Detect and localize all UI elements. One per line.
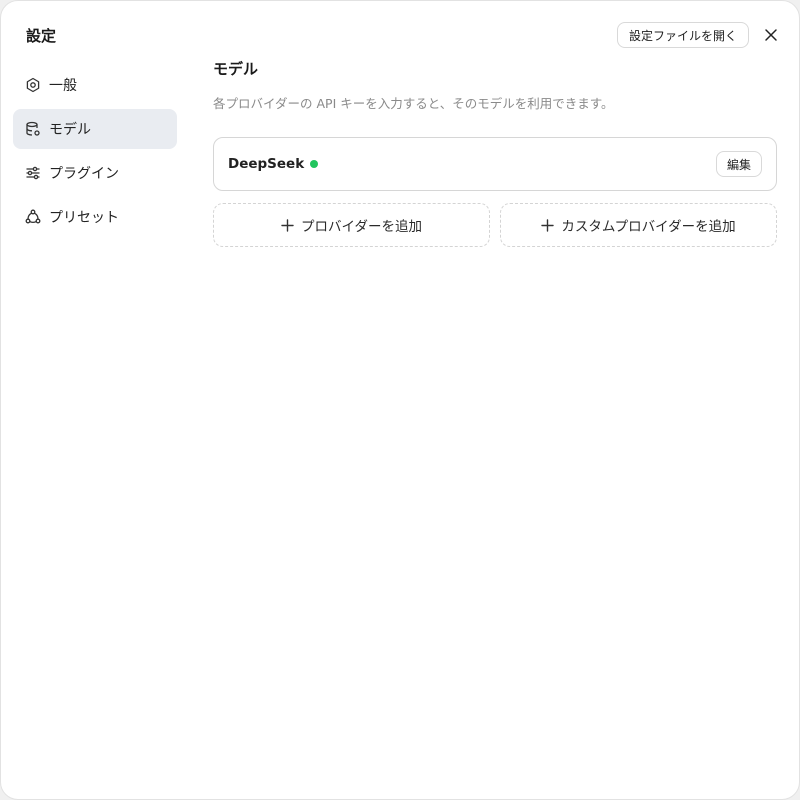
- main-content: 設定ファイルを開く モデル 各プロバイダーの API キーを入力すると、そのモデ…: [213, 1, 777, 799]
- plus-icon: [541, 218, 555, 232]
- sidebar-item-label: モデル: [49, 122, 91, 138]
- section-title: モデル: [213, 60, 259, 78]
- open-settings-file-button[interactable]: 設定ファイルを開く: [616, 22, 749, 48]
- sidebar-item-label: 一般: [49, 78, 77, 94]
- edit-provider-button[interactable]: 編集: [715, 151, 762, 177]
- sidebar-item-label: プリセット: [49, 210, 119, 226]
- add-provider-button[interactable]: プロバイダーを追加: [213, 203, 490, 247]
- provider-name: DeepSeek: [228, 156, 305, 172]
- database-gear-icon: [25, 121, 41, 137]
- sidebar-item-plugins[interactable]: プラグイン: [13, 153, 177, 193]
- status-indicator: [310, 160, 319, 168]
- sidebar-item-general[interactable]: 一般: [13, 65, 177, 105]
- sidebar-item-label: プラグイン: [49, 166, 119, 182]
- close-button[interactable]: [759, 23, 783, 47]
- sidebar-item-models[interactable]: モデル: [13, 109, 177, 149]
- sidebar-nav: 一般 モデル プラグイン プリセット: [13, 65, 177, 241]
- share-nodes-icon: [25, 209, 41, 225]
- settings-dialog: 設定 一般 モデル プラグイン プリセット 設定ファイルを開く モデル 各プロバ…: [0, 0, 800, 800]
- plus-icon: [281, 218, 294, 232]
- provider-card: DeepSeek 編集: [213, 137, 777, 191]
- close-icon: [765, 29, 777, 41]
- add-provider-row: プロバイダーを追加 カスタムプロバイダーを追加: [213, 203, 777, 247]
- header-actions: 設定ファイルを開く: [616, 22, 777, 48]
- sidebar: 設定 一般 モデル プラグイン プリセット: [1, 1, 189, 799]
- add-custom-provider-button[interactable]: カスタムプロバイダーを追加: [500, 203, 777, 247]
- sidebar-item-presets[interactable]: プリセット: [13, 197, 177, 237]
- add-custom-provider-label: カスタムプロバイダーを追加: [561, 219, 736, 235]
- dialog-title: 設定: [26, 27, 57, 45]
- section-description: 各プロバイダーの API キーを入力すると、そのモデルを利用できます。: [213, 96, 614, 111]
- gear-icon: [25, 77, 41, 93]
- add-provider-label: プロバイダーを追加: [301, 219, 422, 235]
- sliders-icon: [25, 165, 41, 181]
